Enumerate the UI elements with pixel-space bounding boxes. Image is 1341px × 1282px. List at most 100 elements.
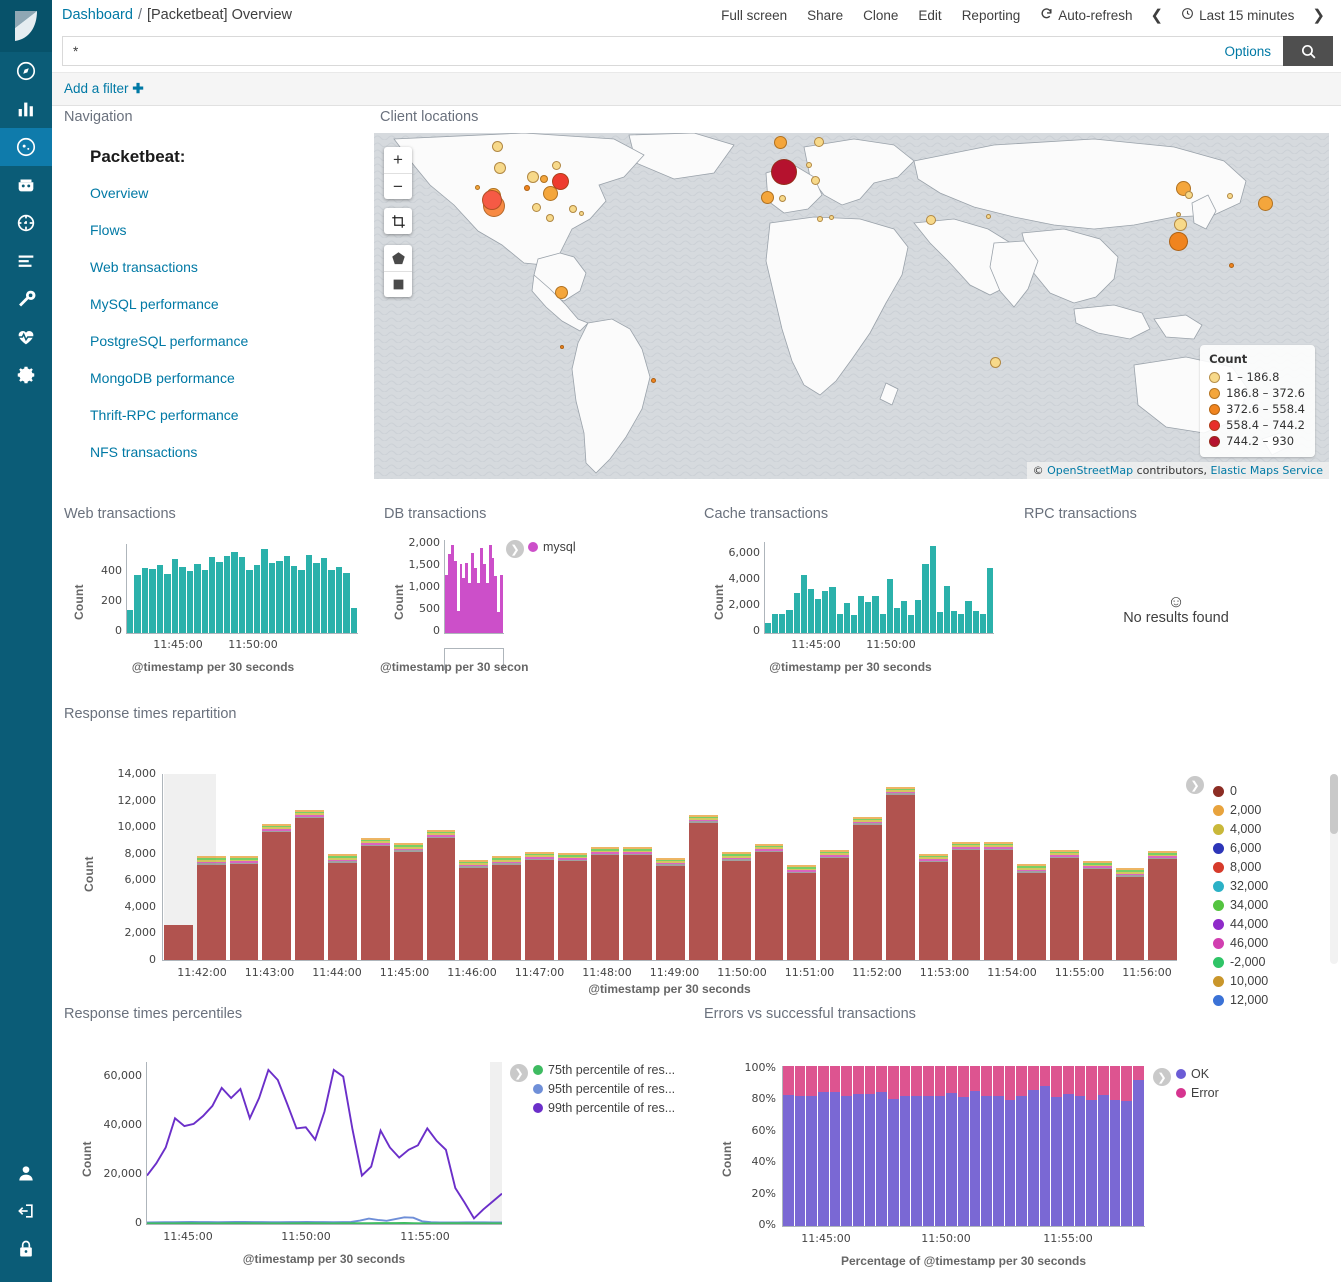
bar[interactable] — [313, 563, 319, 633]
bar[interactable] — [164, 925, 193, 960]
map-marker[interactable] — [1174, 218, 1187, 231]
search-input[interactable] — [62, 36, 1212, 66]
bar[interactable] — [911, 1066, 922, 1226]
bar[interactable] — [284, 556, 290, 633]
bar[interactable] — [246, 570, 252, 633]
bar[interactable] — [1040, 1066, 1051, 1226]
rectangle-icon[interactable] — [384, 271, 412, 297]
auto-refresh-button[interactable]: Auto-refresh — [1030, 3, 1142, 27]
user-icon[interactable] — [0, 1154, 52, 1192]
bar[interactable] — [1086, 1066, 1097, 1226]
bar[interactable] — [142, 568, 148, 633]
bar[interactable] — [919, 854, 948, 960]
bar[interactable] — [459, 860, 488, 960]
nav-link-mysql-performance[interactable]: MySQL performance — [90, 296, 348, 312]
bar[interactable] — [958, 1066, 969, 1226]
sidebar-item-dashboard[interactable] — [0, 128, 52, 166]
bar[interactable] — [525, 852, 554, 960]
bar[interactable] — [1148, 851, 1177, 960]
bar[interactable] — [829, 587, 835, 633]
cache-transactions-chart[interactable]: Count 0 2,000 4,000 6,000 11:45:00 11:50… — [698, 530, 1014, 680]
bar[interactable] — [1050, 850, 1079, 960]
map-marker[interactable] — [806, 162, 812, 168]
map-marker[interactable] — [814, 137, 824, 147]
legend-item[interactable]: 99th percentile of res... — [533, 1101, 675, 1115]
response-times-repartition-chart[interactable]: Count 02,0004,0006,0008,00010,00012,0001… — [58, 730, 1334, 1000]
sidebar-item-management[interactable] — [0, 356, 52, 394]
bar[interactable] — [179, 567, 185, 633]
bar[interactable] — [291, 566, 297, 633]
errors-vs-successful-chart[interactable]: Count 0% 20% 40% 60% 80% 100% 11:45:00 1… — [698, 1030, 1334, 1275]
map-zoom-in-button[interactable]: + — [384, 147, 412, 173]
sidebar-item-apm[interactable] — [0, 166, 52, 204]
kibana-logo[interactable] — [0, 0, 52, 52]
bar[interactable] — [209, 557, 215, 633]
map-marker[interactable] — [1229, 263, 1234, 268]
bar[interactable] — [993, 1066, 1004, 1226]
bar[interactable] — [261, 549, 267, 633]
legend-item[interactable]: 34,000 — [1213, 896, 1268, 915]
response-times-percentiles-chart[interactable]: Count 0 20,000 40,000 60,000 11:45:00 11… — [58, 1030, 698, 1275]
add-filter-button[interactable]: Add a filter ✚ — [64, 81, 144, 97]
bar[interactable] — [952, 842, 981, 960]
map-zoom-out-button[interactable]: − — [384, 173, 412, 199]
nav-link-thrift-rpc-performance[interactable]: Thrift-RPC performance — [90, 407, 348, 423]
legend-collapse-button[interactable]: ❯ — [1153, 1068, 1171, 1086]
reporting-button[interactable]: Reporting — [952, 4, 1031, 27]
panel-scrollbar[interactable] — [1330, 774, 1338, 964]
legend-item[interactable]: 32,000 — [1213, 877, 1268, 896]
map-marker[interactable] — [540, 175, 548, 183]
bar[interactable] — [216, 562, 222, 634]
bar[interactable] — [197, 856, 226, 960]
bar[interactable] — [923, 1066, 934, 1226]
bar[interactable] — [755, 844, 784, 960]
bar[interactable] — [779, 614, 785, 634]
map-marker[interactable] — [1176, 212, 1181, 217]
time-next-button[interactable]: ❯ — [1304, 2, 1333, 28]
bar[interactable] — [794, 593, 800, 633]
bar[interactable] — [787, 865, 816, 960]
bar[interactable] — [944, 586, 950, 633]
bar[interactable] — [269, 563, 275, 633]
map-draw-controls[interactable] — [384, 245, 412, 297]
bar[interactable] — [1016, 1066, 1027, 1226]
map-marker[interactable] — [1169, 232, 1188, 251]
bar[interactable] — [808, 589, 814, 633]
bar[interactable] — [187, 571, 193, 633]
map-marker[interactable] — [761, 191, 774, 204]
legend-item[interactable]: OK — [1176, 1067, 1219, 1081]
bar[interactable] — [841, 1066, 852, 1226]
bar[interactable] — [865, 602, 871, 633]
bar[interactable] — [946, 1066, 957, 1226]
map-marker[interactable] — [475, 185, 480, 190]
nav-link-postgresql-performance[interactable]: PostgreSQL performance — [90, 333, 348, 349]
bar[interactable] — [806, 1066, 817, 1226]
bar[interactable] — [820, 850, 849, 960]
bar[interactable] — [818, 1066, 829, 1226]
bar[interactable] — [262, 824, 291, 960]
map-marker[interactable] — [527, 171, 539, 183]
bar[interactable] — [276, 561, 282, 633]
bar[interactable] — [900, 1066, 911, 1226]
bar[interactable] — [1005, 1066, 1016, 1226]
map-canvas[interactable]: + − — [374, 133, 1329, 479]
bar[interactable] — [239, 557, 245, 633]
nav-link-overview[interactable]: Overview — [90, 185, 348, 201]
bar[interactable] — [922, 564, 928, 633]
bar[interactable] — [656, 858, 685, 960]
bar[interactable] — [951, 611, 957, 633]
map-zoom-controls[interactable]: + − — [384, 147, 412, 199]
nav-link-flows[interactable]: Flows — [90, 222, 348, 238]
nav-link-web-transactions[interactable]: Web transactions — [90, 259, 348, 275]
bar[interactable] — [865, 1066, 876, 1226]
map-marker[interactable] — [546, 214, 554, 222]
map-marker[interactable] — [779, 195, 786, 202]
bar[interactable] — [888, 1066, 899, 1226]
logout-icon[interactable] — [0, 1192, 52, 1230]
nav-link-mongodb-performance[interactable]: MongoDB performance — [90, 370, 348, 386]
bar[interactable] — [970, 1066, 981, 1226]
bar[interactable] — [328, 854, 357, 960]
share-button[interactable]: Share — [797, 4, 853, 27]
bar[interactable] — [194, 564, 200, 633]
bar[interactable] — [872, 596, 878, 633]
